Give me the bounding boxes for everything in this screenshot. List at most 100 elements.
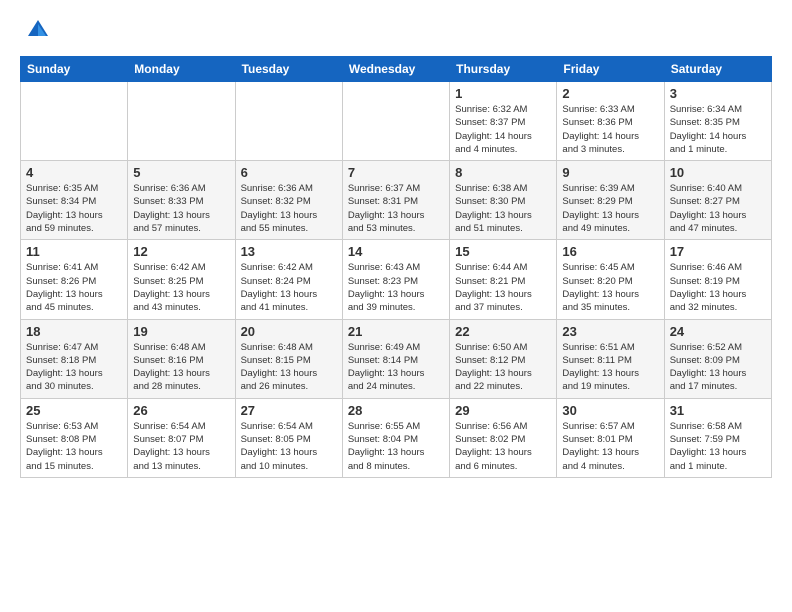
- day-info: Sunrise: 6:43 AM Sunset: 8:23 PM Dayligh…: [348, 261, 444, 314]
- day-info: Sunrise: 6:45 AM Sunset: 8:20 PM Dayligh…: [562, 261, 658, 314]
- calendar-day-header: Friday: [557, 57, 664, 82]
- day-number: 27: [241, 403, 337, 418]
- day-number: 10: [670, 165, 766, 180]
- day-number: 16: [562, 244, 658, 259]
- calendar-cell: 10Sunrise: 6:40 AM Sunset: 8:27 PM Dayli…: [664, 161, 771, 240]
- day-info: Sunrise: 6:57 AM Sunset: 8:01 PM Dayligh…: [562, 420, 658, 473]
- calendar-week-row: 25Sunrise: 6:53 AM Sunset: 8:08 PM Dayli…: [21, 398, 772, 477]
- calendar-day-header: Wednesday: [342, 57, 449, 82]
- day-info: Sunrise: 6:42 AM Sunset: 8:24 PM Dayligh…: [241, 261, 337, 314]
- calendar-day-header: Thursday: [450, 57, 557, 82]
- day-info: Sunrise: 6:44 AM Sunset: 8:21 PM Dayligh…: [455, 261, 551, 314]
- day-number: 7: [348, 165, 444, 180]
- page: SundayMondayTuesdayWednesdayThursdayFrid…: [0, 0, 792, 612]
- day-number: 22: [455, 324, 551, 339]
- day-number: 30: [562, 403, 658, 418]
- day-number: 23: [562, 324, 658, 339]
- logo: [20, 16, 52, 44]
- calendar-cell: 23 Sunrise: 6:51 AM Sunset: 8:11 PM Dayli…: [557, 319, 664, 398]
- day-info: Sunrise: 6:35 AM Sunset: 8:34 PM Dayligh…: [26, 182, 122, 235]
- day-number: 1: [455, 86, 551, 101]
- day-info: Sunrise: 6:32 AM Sunset: 8:37 PM Dayligh…: [455, 103, 551, 156]
- day-info: Sunrise: 6:51 AM Sunset: 8:11 PM Dayligh…: [562, 341, 658, 394]
- calendar-cell: 8Sunrise: 6:38 AM Sunset: 8:30 PM Daylig…: [450, 161, 557, 240]
- calendar-cell: 17Sunrise: 6:46 AM Sunset: 8:19 PM Dayli…: [664, 240, 771, 319]
- calendar-cell: 9 Sunrise: 6:39 AM Sunset: 8:29 PM Daylig…: [557, 161, 664, 240]
- day-number: 24: [670, 324, 766, 339]
- day-info: Sunrise: 6:34 AM Sunset: 8:35 PM Dayligh…: [670, 103, 766, 156]
- calendar-cell: 30 Sunrise: 6:57 AM Sunset: 8:01 PM Dayli…: [557, 398, 664, 477]
- calendar-week-row: 18 Sunrise: 6:47 AM Sunset: 8:18 PM Dayli…: [21, 319, 772, 398]
- day-number: 29: [455, 403, 551, 418]
- day-number: 4: [26, 165, 122, 180]
- day-info: Sunrise: 6:54 AM Sunset: 8:05 PM Dayligh…: [241, 420, 337, 473]
- calendar-cell: 22Sunrise: 6:50 AM Sunset: 8:12 PM Dayli…: [450, 319, 557, 398]
- day-number: 28: [348, 403, 444, 418]
- day-info: Sunrise: 6:48 AM Sunset: 8:15 PM Dayligh…: [241, 341, 337, 394]
- day-number: 18: [26, 324, 122, 339]
- calendar-week-row: 4 Sunrise: 6:35 AM Sunset: 8:34 PM Daylig…: [21, 161, 772, 240]
- calendar-cell: 7Sunrise: 6:37 AM Sunset: 8:31 PM Daylig…: [342, 161, 449, 240]
- calendar-cell: 14 Sunrise: 6:43 AM Sunset: 8:23 PM Dayli…: [342, 240, 449, 319]
- calendar-cell: 31 Sunrise: 6:58 AM Sunset: 7:59 PM Dayli…: [664, 398, 771, 477]
- day-number: 20: [241, 324, 337, 339]
- day-number: 21: [348, 324, 444, 339]
- day-info: Sunrise: 6:49 AM Sunset: 8:14 PM Dayligh…: [348, 341, 444, 394]
- day-number: 5: [133, 165, 229, 180]
- calendar-header-row: SundayMondayTuesdayWednesdayThursdayFrid…: [21, 57, 772, 82]
- calendar-day-header: Monday: [128, 57, 235, 82]
- calendar-cell: 26 Sunrise: 6:54 AM Sunset: 8:07 PM Dayli…: [128, 398, 235, 477]
- calendar-cell: 13 Sunrise: 6:42 AM Sunset: 8:24 PM Dayli…: [235, 240, 342, 319]
- calendar-cell: 6Sunrise: 6:36 AM Sunset: 8:32 PM Daylig…: [235, 161, 342, 240]
- day-info: Sunrise: 6:47 AM Sunset: 8:18 PM Dayligh…: [26, 341, 122, 394]
- day-number: 26: [133, 403, 229, 418]
- calendar-cell: 20 Sunrise: 6:48 AM Sunset: 8:15 PM Dayli…: [235, 319, 342, 398]
- calendar-cell: 21 Sunrise: 6:49 AM Sunset: 8:14 PM Dayli…: [342, 319, 449, 398]
- day-number: 31: [670, 403, 766, 418]
- calendar-cell: 2 Sunrise: 6:33 AM Sunset: 8:36 PM Daylig…: [557, 82, 664, 161]
- calendar-cell: 16 Sunrise: 6:45 AM Sunset: 8:20 PM Dayli…: [557, 240, 664, 319]
- calendar-cell: [128, 82, 235, 161]
- calendar-week-row: 1 Sunrise: 6:32 AM Sunset: 8:37 PM Daylig…: [21, 82, 772, 161]
- day-number: 11: [26, 244, 122, 259]
- calendar-cell: 12 Sunrise: 6:42 AM Sunset: 8:25 PM Dayli…: [128, 240, 235, 319]
- day-info: Sunrise: 6:58 AM Sunset: 7:59 PM Dayligh…: [670, 420, 766, 473]
- logo-icon: [24, 16, 52, 44]
- calendar-cell: [21, 82, 128, 161]
- day-info: Sunrise: 6:54 AM Sunset: 8:07 PM Dayligh…: [133, 420, 229, 473]
- calendar-day-header: Tuesday: [235, 57, 342, 82]
- day-info: Sunrise: 6:42 AM Sunset: 8:25 PM Dayligh…: [133, 261, 229, 314]
- calendar-cell: [342, 82, 449, 161]
- day-info: Sunrise: 6:39 AM Sunset: 8:29 PM Dayligh…: [562, 182, 658, 235]
- day-info: Sunrise: 6:46 AM Sunset: 8:19 PM Dayligh…: [670, 261, 766, 314]
- calendar-cell: [235, 82, 342, 161]
- day-number: 3: [670, 86, 766, 101]
- day-info: Sunrise: 6:41 AM Sunset: 8:26 PM Dayligh…: [26, 261, 122, 314]
- calendar-cell: 4 Sunrise: 6:35 AM Sunset: 8:34 PM Daylig…: [21, 161, 128, 240]
- day-info: Sunrise: 6:48 AM Sunset: 8:16 PM Dayligh…: [133, 341, 229, 394]
- calendar-day-header: Saturday: [664, 57, 771, 82]
- day-number: 12: [133, 244, 229, 259]
- calendar-cell: 3 Sunrise: 6:34 AM Sunset: 8:35 PM Daylig…: [664, 82, 771, 161]
- calendar-cell: 29Sunrise: 6:56 AM Sunset: 8:02 PM Dayli…: [450, 398, 557, 477]
- header: [20, 16, 772, 44]
- day-number: 14: [348, 244, 444, 259]
- calendar-cell: 19 Sunrise: 6:48 AM Sunset: 8:16 PM Dayli…: [128, 319, 235, 398]
- day-number: 19: [133, 324, 229, 339]
- day-info: Sunrise: 6:33 AM Sunset: 8:36 PM Dayligh…: [562, 103, 658, 156]
- calendar-cell: 27 Sunrise: 6:54 AM Sunset: 8:05 PM Dayli…: [235, 398, 342, 477]
- calendar-cell: 18 Sunrise: 6:47 AM Sunset: 8:18 PM Dayli…: [21, 319, 128, 398]
- day-number: 9: [562, 165, 658, 180]
- calendar-cell: 11 Sunrise: 6:41 AM Sunset: 8:26 PM Dayli…: [21, 240, 128, 319]
- calendar-cell: 25Sunrise: 6:53 AM Sunset: 8:08 PM Dayli…: [21, 398, 128, 477]
- calendar-cell: 28Sunrise: 6:55 AM Sunset: 8:04 PM Dayli…: [342, 398, 449, 477]
- day-info: Sunrise: 6:53 AM Sunset: 8:08 PM Dayligh…: [26, 420, 122, 473]
- day-info: Sunrise: 6:36 AM Sunset: 8:33 PM Dayligh…: [133, 182, 229, 235]
- day-number: 6: [241, 165, 337, 180]
- calendar-day-header: Sunday: [21, 57, 128, 82]
- day-number: 13: [241, 244, 337, 259]
- day-number: 2: [562, 86, 658, 101]
- calendar-table: SundayMondayTuesdayWednesdayThursdayFrid…: [20, 56, 772, 478]
- day-number: 8: [455, 165, 551, 180]
- calendar-cell: 5 Sunrise: 6:36 AM Sunset: 8:33 PM Daylig…: [128, 161, 235, 240]
